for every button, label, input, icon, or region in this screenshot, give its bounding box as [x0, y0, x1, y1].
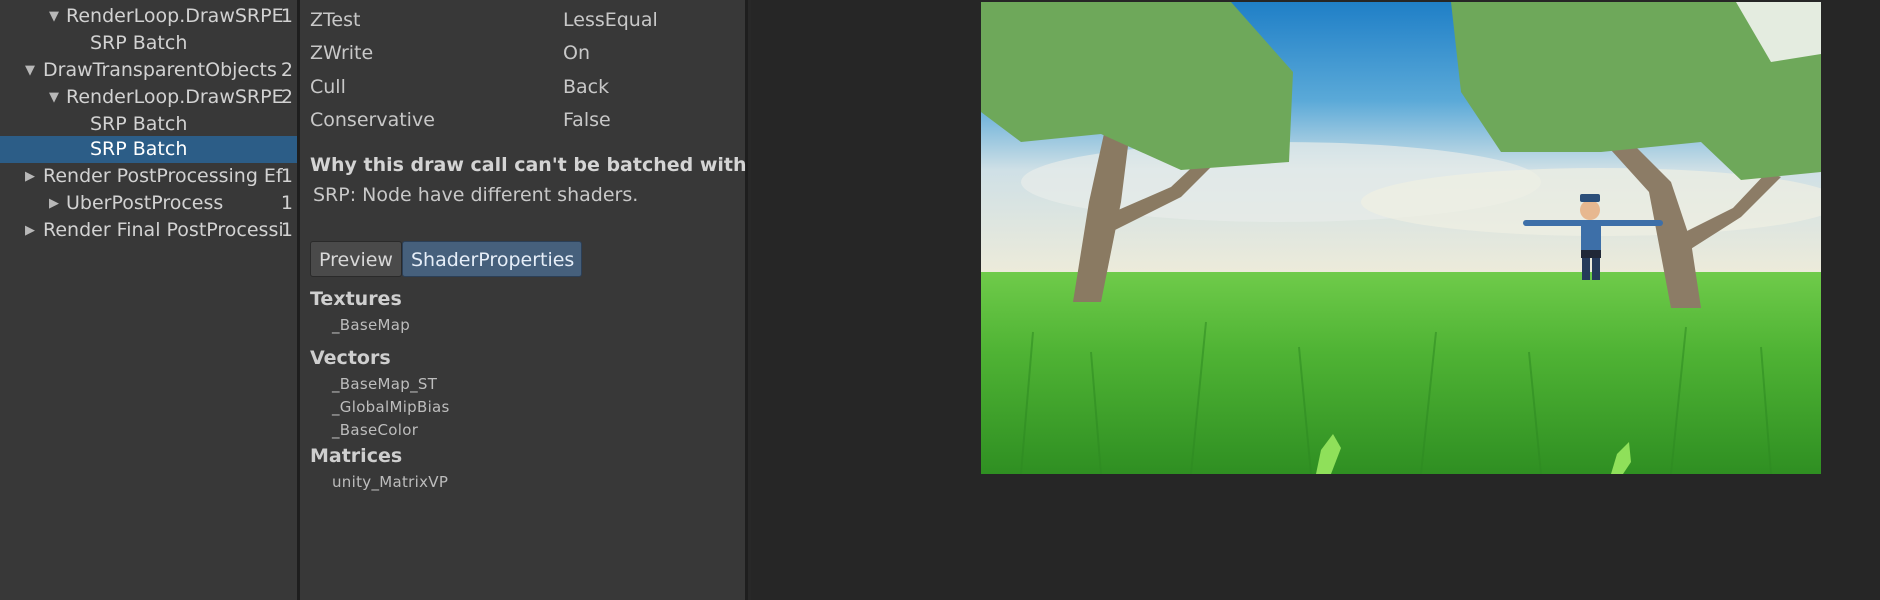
render-state-row-ztest: ZTest LessEqual [310, 5, 730, 35]
tree-row-uber-postprocess[interactable]: ▶ UberPostProcess 1 [0, 190, 297, 217]
textures-section-title: Textures [310, 288, 402, 310]
tree-row-label: Render Final PostProcessi [43, 219, 284, 241]
tree-row-label: SRP Batch [90, 113, 188, 135]
tree-row-render-postprocessing[interactable]: ▶ Render PostProcessing Ef 1 [0, 163, 297, 190]
tree-row-count: 1 [280, 192, 293, 214]
tree-row-srp-batch-2[interactable]: SRP Batch [0, 111, 297, 138]
render-state-key: Cull [310, 76, 346, 98]
tree-row-label: Render PostProcessing Ef [43, 165, 283, 187]
frame-debugger-hierarchy: ▼ RenderLoop.DrawSRPE 1 SRP Batch ▼ Draw… [0, 0, 300, 600]
batch-reason-text: SRP: Node have different shaders. [313, 184, 639, 206]
tree-row-count: 1 [280, 165, 293, 187]
triangle-down-icon[interactable]: ▼ [22, 57, 38, 84]
render-state-row-conservative: Conservative False [310, 105, 730, 135]
render-state-row-cull: Cull Back [310, 72, 730, 102]
tab-preview[interactable]: Preview [310, 241, 402, 277]
matrices-section-title: Matrices [310, 445, 403, 467]
tree-row-count: 1 [280, 5, 293, 27]
render-state-value: Back [563, 76, 610, 98]
tree-row-label: UberPostProcess [66, 192, 224, 214]
render-state-key: ZWrite [310, 42, 374, 64]
render-state-key: Conservative [310, 109, 435, 131]
render-state-row-zwrite: ZWrite On [310, 38, 730, 68]
tree-row-count: 2 [280, 59, 293, 81]
tree-row-srp-batch-selected[interactable]: SRP Batch [0, 136, 297, 163]
tree-row-srp-batch-1[interactable]: SRP Batch [0, 30, 297, 57]
tree-row-label: DrawTransparentObjects [43, 59, 277, 81]
render-state-value: False [563, 109, 611, 131]
tree-row-drawsrpe-1[interactable]: ▼ RenderLoop.DrawSRPE 1 [0, 3, 297, 30]
tree-row-count: 1 [280, 219, 293, 241]
tree-row-label: SRP Batch [90, 32, 188, 54]
tree-row-label: RenderLoop.DrawSRPE [66, 5, 284, 27]
tab-shader-properties[interactable]: ShaderProperties [402, 241, 582, 277]
game-render-image [981, 2, 1821, 474]
vectors-section-title: Vectors [310, 347, 391, 369]
vector-property: _BaseMap_ST [332, 375, 438, 393]
tree-row-draw-transparent[interactable]: ▼ DrawTransparentObjects 2 [0, 57, 297, 84]
batch-reason-title: Why this draw call can't be batched with… [310, 154, 789, 176]
render-state-value: LessEqual [563, 9, 658, 31]
draw-call-details-panel: ZTest LessEqual ZWrite On Cull Back Cons… [300, 0, 789, 600]
tree-row-label: RenderLoop.DrawSRPE [66, 86, 284, 108]
triangle-down-icon[interactable]: ▼ [46, 84, 62, 111]
render-state-value: On [563, 42, 590, 64]
tree-row-render-final-postprocessing[interactable]: ▶ Render Final PostProcessi 1 [0, 217, 297, 244]
matrix-property: unity_MatrixVP [332, 473, 449, 491]
game-view [751, 0, 1880, 600]
vector-property: _BaseColor [332, 421, 419, 439]
triangle-right-icon[interactable]: ▶ [22, 163, 38, 190]
vector-property: _GlobalMipBias [332, 398, 450, 416]
triangle-down-icon[interactable]: ▼ [46, 3, 62, 30]
tree-row-count: 2 [280, 86, 293, 108]
texture-property: _BaseMap [332, 316, 411, 334]
triangle-right-icon[interactable]: ▶ [46, 190, 62, 217]
tree-row-drawsrpe-2[interactable]: ▼ RenderLoop.DrawSRPE 2 [0, 84, 297, 111]
tree-row-label: SRP Batch [90, 138, 188, 160]
triangle-right-icon[interactable]: ▶ [22, 217, 38, 244]
render-state-key: ZTest [310, 9, 361, 31]
